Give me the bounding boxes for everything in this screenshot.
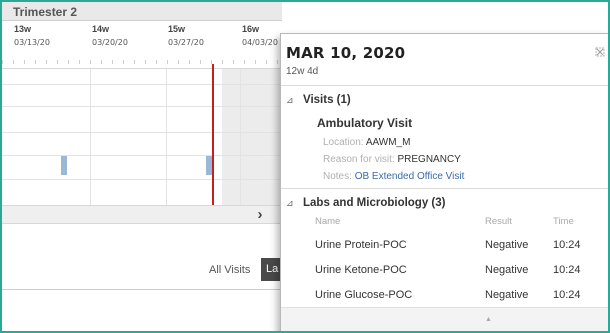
column-header-time: Time — [553, 216, 574, 227]
expand-triangle-icon: ⊿ — [286, 95, 294, 105]
week-header-row: 13w 03/13/20 14w 03/20/20 15w 03/27/20 1… — [2, 21, 282, 69]
week-date: 04/03/20 — [242, 38, 278, 47]
column-header-name: Name — [315, 216, 341, 227]
row-divider — [2, 84, 282, 85]
close-icon[interactable] — [595, 47, 605, 57]
filter-bar: All Visits La — [2, 224, 285, 290]
week-date: 03/13/20 — [14, 38, 50, 47]
week-divider — [166, 69, 167, 206]
trimester-header: Trimester 2 — [2, 2, 282, 21]
lab-result: Negative — [485, 289, 529, 301]
visits-section-toggle[interactable]: ⊿ Visits (1) — [286, 94, 351, 106]
visit-name: Ambulatory Visit — [317, 116, 413, 130]
lab-name: Urine Glucose-POC — [315, 289, 413, 301]
timeline-grid[interactable] — [2, 69, 282, 206]
row-divider — [2, 106, 282, 107]
day-ticks — [2, 60, 282, 64]
lab-result: Negative — [485, 264, 529, 276]
lab-name: Urine Protein-POC — [315, 239, 407, 251]
row-divider — [2, 179, 282, 180]
divider — [281, 85, 608, 86]
week-date: 03/27/20 — [168, 38, 204, 47]
lab-time: 10:24 — [553, 239, 581, 251]
visit-notes: Notes: OB Extended Office Visit — [323, 171, 464, 182]
row-divider — [2, 155, 282, 156]
visits-heading: Visits (1) — [303, 94, 351, 106]
week-label: 15w — [168, 24, 186, 34]
all-visits-filter[interactable]: All Visits — [209, 264, 250, 276]
lab-time: 10:24 — [553, 264, 581, 276]
notes-label: Notes: — [323, 171, 355, 182]
divider — [281, 188, 608, 189]
scroll-right-icon[interactable]: › — [252, 206, 268, 225]
column-header-result: Result — [485, 216, 512, 227]
week-label: 16w — [242, 24, 260, 34]
today-marker — [212, 64, 214, 205]
popup-date-title: MAR 10, 2020 — [286, 44, 406, 62]
expand-triangle-icon: ⊿ — [286, 198, 294, 208]
lab-row[interactable]: Urine Glucose-POC Negative 10:24 — [281, 282, 608, 308]
row-divider — [2, 132, 282, 133]
labs-section-toggle[interactable]: ⊿ Labs and Microbiology (3) — [286, 197, 445, 209]
popup-scroll-footer[interactable]: ▲ — [281, 307, 608, 331]
gestational-age: 12w 4d — [286, 66, 319, 77]
scroll-up-icon[interactable]: ▲ — [485, 316, 492, 323]
timeline-frame: Trimester 2 13w 03/13/20 14w 03/20/20 15… — [0, 0, 610, 333]
divider — [2, 289, 282, 290]
location-value: AAWM_M — [365, 137, 411, 148]
visit-location: Location: AAWM_M — [323, 137, 410, 148]
lab-result: Negative — [485, 239, 529, 251]
reason-value: PREGNANCY — [397, 154, 461, 165]
lab-name: Urine Ketone-POC — [315, 264, 407, 276]
week-divider — [240, 69, 241, 206]
labs-heading: Labs and Microbiology (3) — [303, 197, 446, 209]
week-label: 14w — [92, 24, 110, 34]
week-divider — [90, 69, 91, 206]
week-label: 13w — [14, 24, 32, 34]
location-label: Location: — [323, 137, 366, 148]
week-date: 03/20/20 — [92, 38, 128, 47]
lab-row[interactable]: Urine Ketone-POC Negative 10:24 — [281, 257, 608, 283]
visit-reason: Reason for visit: PREGNANCY — [323, 154, 461, 165]
reason-label: Reason for visit: — [323, 154, 398, 165]
lab-row[interactable]: Urine Protein-POC Negative 10:24 — [281, 232, 608, 258]
date-detail-popup: MAR 10, 2020 12w 4d ⊿ Visits (1) Ambulato… — [280, 33, 608, 331]
timeline-scrollbar[interactable]: › — [2, 205, 282, 224]
lab-time: 10:24 — [553, 289, 581, 301]
notes-link[interactable]: OB Extended Office Visit — [355, 171, 465, 182]
future-shade — [222, 69, 282, 206]
visit-event-bar[interactable] — [61, 156, 67, 175]
